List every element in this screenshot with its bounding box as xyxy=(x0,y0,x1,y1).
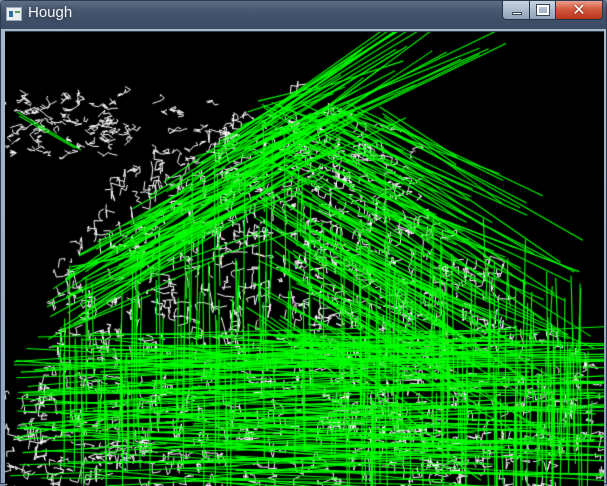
maximize-button[interactable] xyxy=(530,1,556,20)
minimize-button[interactable] xyxy=(502,1,530,20)
caption-buttons: ✕ xyxy=(502,0,603,21)
image-display-area xyxy=(5,31,604,486)
close-icon: ✕ xyxy=(572,0,586,19)
app-icon[interactable] xyxy=(6,7,22,21)
window-title: Hough xyxy=(28,4,73,21)
minimize-icon xyxy=(512,12,522,15)
title-bar[interactable]: Hough ✕ xyxy=(1,0,606,29)
maximize-icon xyxy=(536,4,550,16)
hough-lines-image xyxy=(5,32,604,486)
hough-window: Hough ✕ xyxy=(0,0,607,486)
close-button[interactable]: ✕ xyxy=(556,0,603,20)
